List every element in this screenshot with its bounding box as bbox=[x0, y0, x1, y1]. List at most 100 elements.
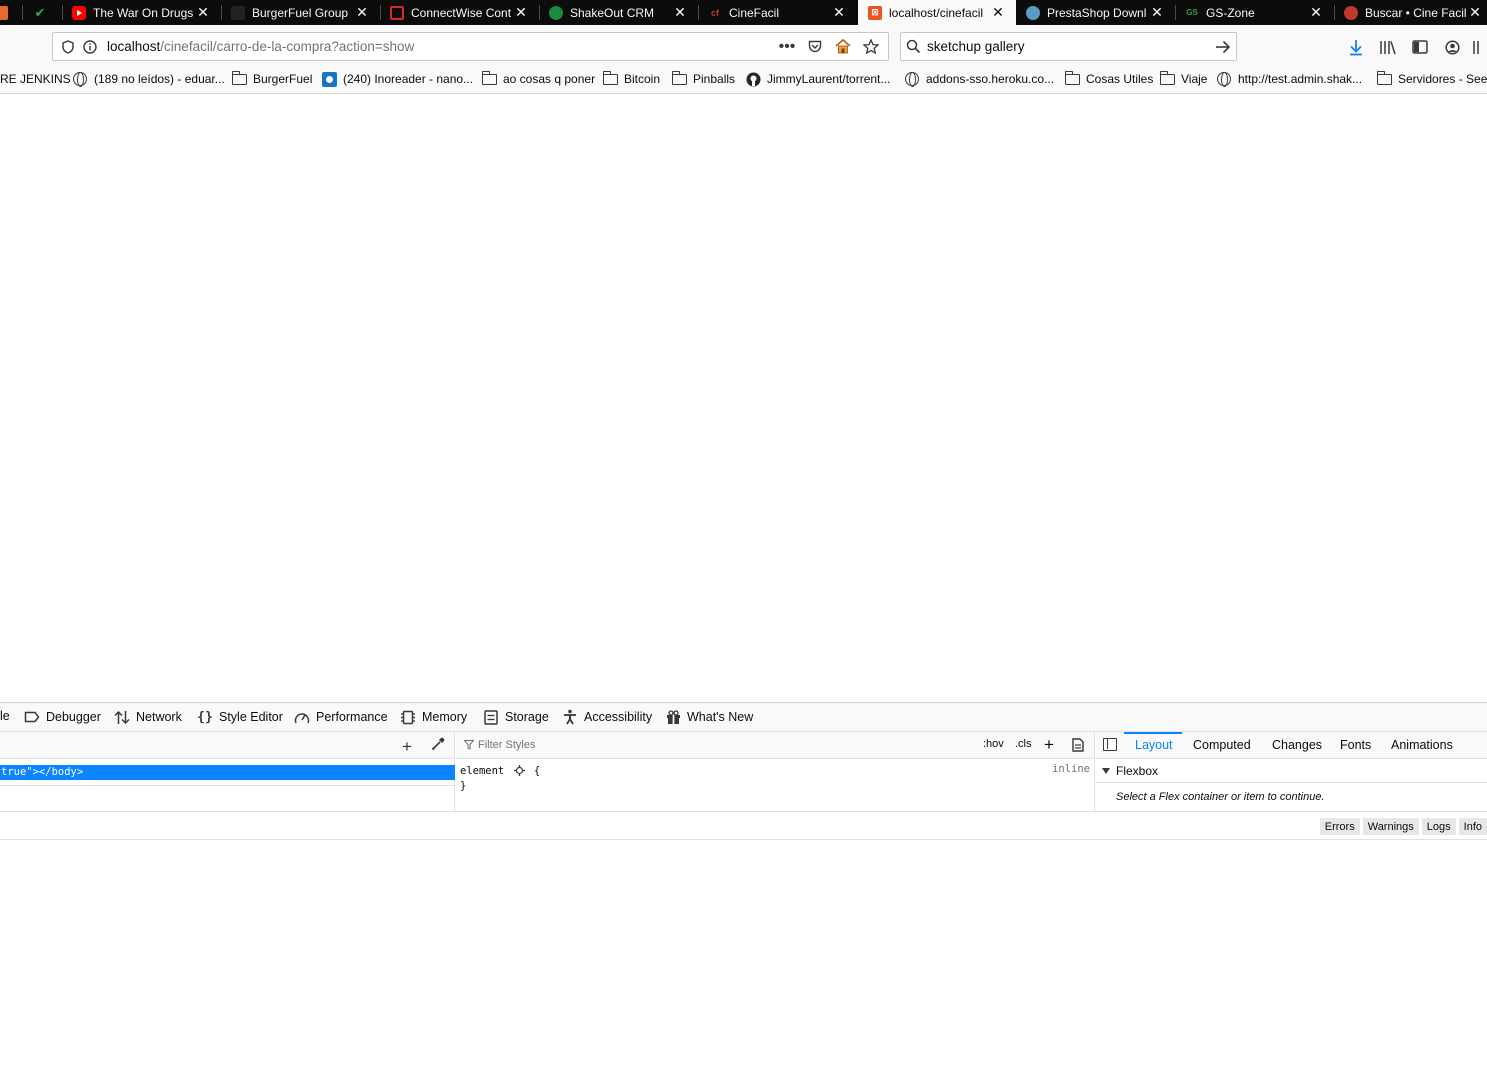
toggle-pane-icon[interactable] bbox=[1103, 738, 1117, 751]
bookmark-item[interactable]: addons-sso.heroku.co... bbox=[904, 72, 1054, 87]
tab-shakeout[interactable]: ShakeOut CRM ✕ bbox=[539, 0, 698, 25]
bookmark-label: Cosas Utiles bbox=[1086, 72, 1154, 86]
connectwise-icon bbox=[390, 5, 404, 20]
bookmark-folder[interactable]: BurgerFuel bbox=[231, 70, 312, 86]
pocket-icon[interactable] bbox=[804, 36, 826, 58]
close-icon[interactable]: ✕ bbox=[672, 4, 688, 21]
tab-memory[interactable]: Memory bbox=[400, 709, 467, 725]
shield-icon[interactable] bbox=[57, 36, 79, 58]
url-bar[interactable]: localhost/cinefacil/carro-de-la-compra?a… bbox=[52, 32, 889, 61]
tab-computed[interactable]: Computed bbox=[1193, 738, 1251, 752]
tab-pinned-2[interactable]: ✔ bbox=[22, 0, 62, 25]
filter-logs-button[interactable]: Logs bbox=[1421, 818, 1456, 835]
close-icon[interactable]: ✕ bbox=[1149, 4, 1165, 21]
close-icon[interactable]: ✕ bbox=[195, 4, 211, 21]
search-icon bbox=[906, 39, 921, 54]
page-actions-icon[interactable]: ••• bbox=[776, 36, 798, 58]
cls-button[interactable]: .cls bbox=[1015, 738, 1032, 750]
bookmark-folder[interactable]: Bitcoin bbox=[602, 70, 660, 86]
inspector: + true"></body> Filter Styles :hov .cls … bbox=[0, 732, 1487, 812]
inspector-sidebar: Layout Computed Changes Fonts Animations… bbox=[1096, 732, 1487, 812]
tab-changes[interactable]: Changes bbox=[1272, 738, 1322, 752]
flexbox-section-header[interactable]: Flexbox bbox=[1096, 759, 1487, 783]
section-title: Flexbox bbox=[1116, 763, 1159, 778]
tab-favicon-icon bbox=[0, 5, 8, 20]
add-node-icon[interactable]: + bbox=[402, 737, 412, 757]
library-icon[interactable] bbox=[1376, 37, 1400, 57]
close-icon[interactable]: ✕ bbox=[1308, 4, 1324, 21]
bookmark-star-icon[interactable] bbox=[860, 36, 882, 58]
tab-storage[interactable]: Storage bbox=[483, 709, 549, 725]
bookmark-folder[interactable]: ao cosas q poner bbox=[481, 70, 595, 86]
tab-network[interactable]: Network bbox=[114, 709, 182, 725]
search-bar[interactable]: sketchup gallery bbox=[900, 32, 1237, 61]
print-simulation-icon[interactable] bbox=[1072, 738, 1084, 752]
tab-animations[interactable]: Animations bbox=[1391, 738, 1453, 752]
element-rule[interactable]: element { } bbox=[460, 764, 540, 794]
tab-prestashop[interactable]: PrestaShop Downl ✕ bbox=[1016, 0, 1175, 25]
tab-buscar-cinefacil[interactable]: Buscar • Cine Facil ✕ bbox=[1334, 0, 1487, 25]
tab-pinned-1[interactable] bbox=[0, 0, 22, 25]
account-icon[interactable] bbox=[1440, 37, 1464, 57]
nav-toolbar: localhost/cinefacil/carro-de-la-compra?a… bbox=[0, 25, 1487, 67]
tab-title: ConnectWise Cont bbox=[411, 5, 512, 20]
bookmark-item[interactable]: http://test.admin.shak... bbox=[1216, 72, 1363, 87]
search-input[interactable]: sketchup gallery bbox=[927, 39, 1215, 54]
add-rule-icon[interactable]: + bbox=[1044, 735, 1054, 755]
tab-label: Network bbox=[136, 710, 182, 724]
tab-performance[interactable]: Performance bbox=[294, 709, 388, 725]
hov-button[interactable]: :hov bbox=[983, 738, 1004, 750]
tab-gszone[interactable]: GS GS-Zone ✕ bbox=[1175, 0, 1334, 25]
tab-connectwise[interactable]: ConnectWise Cont ✕ bbox=[380, 0, 539, 25]
filter-info-button[interactable]: Info bbox=[1458, 818, 1487, 835]
selected-markup-node[interactable]: true"></body> bbox=[0, 765, 455, 780]
bookmark-folder[interactable]: Servidores - Seed bbox=[1376, 70, 1487, 86]
arrow-right-icon[interactable] bbox=[1215, 40, 1231, 54]
tab-localhost-active[interactable]: ⊠ localhost/cinefacil ✕ bbox=[858, 0, 1016, 25]
bookmark-item[interactable]: (240) Inoreader - nano... bbox=[321, 71, 473, 87]
bookmark-label: Pinballs bbox=[693, 72, 736, 86]
close-icon[interactable]: ✕ bbox=[1467, 4, 1483, 21]
tab-fonts[interactable]: Fonts bbox=[1340, 738, 1371, 752]
tab-war-on-drugs[interactable]: The War On Drugs ✕ bbox=[62, 0, 221, 25]
home-icon[interactable] bbox=[832, 36, 854, 58]
bookmark-folder[interactable]: Viaje bbox=[1159, 70, 1207, 86]
sidebar-icon[interactable] bbox=[1408, 37, 1432, 57]
bookmark-item[interactable]: (189 no leídos) - eduar... bbox=[72, 72, 225, 87]
tab-debugger[interactable]: Debugger bbox=[24, 709, 101, 725]
library-overflow-icon[interactable] bbox=[1472, 37, 1482, 57]
debugger-icon bbox=[24, 709, 40, 725]
tab-title: PrestaShop Downl bbox=[1047, 5, 1147, 20]
curly-braces-icon: {} bbox=[197, 709, 213, 725]
url-text[interactable]: localhost/cinefacil/carro-de-la-compra?a… bbox=[107, 39, 776, 54]
tab-console-partial[interactable]: le bbox=[0, 709, 10, 723]
close-icon[interactable]: ✕ bbox=[513, 4, 529, 21]
cinefacil-icon: cf bbox=[710, 7, 719, 18]
tab-whats-new[interactable]: What's New bbox=[665, 709, 753, 725]
tab-title: ShakeOut CRM bbox=[570, 5, 655, 20]
eyedropper-icon[interactable] bbox=[431, 737, 445, 751]
bookmark-label: http://test.admin.shak... bbox=[1238, 72, 1363, 86]
close-icon[interactable]: ✕ bbox=[990, 4, 1006, 21]
tab-accessibility[interactable]: Accessibility bbox=[562, 709, 652, 725]
close-icon[interactable]: ✕ bbox=[354, 4, 370, 21]
tab-style-editor[interactable]: {} Style Editor bbox=[197, 709, 283, 725]
sidebar-tabs: Layout Computed Changes Fonts Animations bbox=[1096, 732, 1487, 759]
bookmark-folder[interactable]: Cosas Utiles bbox=[1064, 70, 1154, 86]
flexbox-message: Select a Flex container or item to conti… bbox=[1116, 791, 1325, 803]
filter-warnings-button[interactable]: Warnings bbox=[1362, 818, 1419, 835]
close-icon[interactable]: ✕ bbox=[831, 4, 847, 21]
tab-cinefacil[interactable]: cf CineFacil ✕ bbox=[698, 0, 857, 25]
info-icon[interactable] bbox=[79, 36, 101, 58]
bookmark-folder[interactable]: Pinballs bbox=[671, 70, 736, 86]
gear-icon[interactable] bbox=[513, 765, 525, 776]
rules-toolbar: Filter Styles :hov .cls + bbox=[456, 732, 1094, 759]
filter-styles-input[interactable]: Filter Styles bbox=[464, 739, 535, 751]
tab-layout[interactable]: Layout bbox=[1135, 738, 1173, 752]
bookmark-item[interactable]: JimmyLaurent/torrent... bbox=[745, 72, 890, 86]
tab-burgerfuel[interactable]: BurgerFuel Group ✕ bbox=[221, 0, 380, 25]
download-icon[interactable] bbox=[1344, 37, 1368, 57]
github-icon bbox=[745, 72, 761, 86]
filter-errors-button[interactable]: Errors bbox=[1319, 818, 1360, 835]
bookmark-item[interactable]: RE JENKINS bbox=[0, 72, 71, 86]
